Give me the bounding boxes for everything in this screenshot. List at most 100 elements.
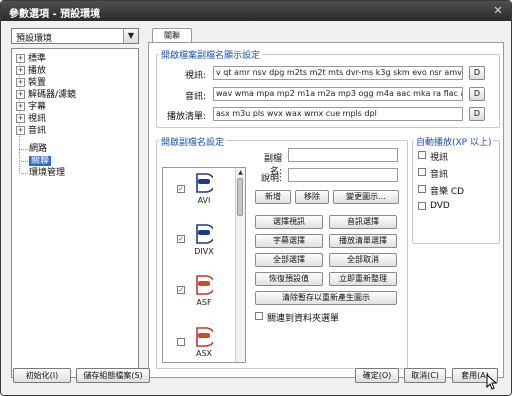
checkbox-asf[interactable]: ✓: [177, 286, 185, 294]
tree-item-video[interactable]: + 視訊: [16, 113, 46, 125]
profile-selected-value: 預設環境: [16, 34, 53, 44]
folder-context-menu-label: 關連到資料夾選單: [267, 314, 340, 324]
tree-item-label: 字幕: [28, 102, 47, 112]
checkbox-asx[interactable]: [177, 338, 185, 346]
playlist-ext-field[interactable]: asx m3u pls wvx wax wmx cue mpls dpl: [213, 107, 463, 121]
playlist-ext-label: 播放清單:: [166, 112, 206, 122]
window-title: 參數選項 - 預設環境: [9, 9, 101, 20]
description-label: 說明:: [260, 174, 282, 184]
autoplay-audio-label: 音訊: [430, 170, 449, 180]
file-type-label: AVI: [197, 196, 211, 205]
autoplay-video-label: 視訊: [430, 153, 449, 163]
tab-association[interactable]: 關聯: [152, 28, 192, 43]
tree-item-label: 視訊: [28, 114, 47, 124]
tree-item-label: 網路: [29, 144, 48, 154]
initialize-button[interactable]: 初始化(I): [13, 368, 71, 383]
tree-connector: [21, 173, 28, 174]
chevron-down-icon[interactable]: ▼: [123, 29, 138, 43]
expand-icon[interactable]: +: [16, 54, 25, 63]
autoplay-dvd-label: DVD: [430, 201, 450, 211]
refresh-now-button[interactable]: 立即重新整理: [329, 272, 397, 286]
tree-connector: [19, 149, 20, 173]
expand-icon[interactable]: +: [16, 90, 25, 99]
folder-context-menu-checkbox[interactable]: [255, 312, 263, 320]
cancel-all-button[interactable]: 全部取消: [329, 253, 397, 267]
video-ext-label: 視訊:: [184, 71, 206, 81]
file-type-list[interactable]: ▲ ✓ AVI ✓ DIVX ✓ ASF ASX: [162, 167, 246, 363]
cancel-button[interactable]: 取消(C): [404, 368, 446, 383]
preferences-window: 參數選項 - 預設環境 ✕ 預設環境 ▼ + 標準 + 播放 + 裝置 + 解碼…: [0, 0, 512, 396]
remove-button[interactable]: 移除: [295, 190, 329, 204]
tree-item-label: 播放: [28, 66, 47, 76]
tab-label: 關聯: [164, 31, 180, 40]
asx-file-icon: [196, 327, 213, 347]
avi-file-icon: [196, 173, 213, 193]
description-field[interactable]: [288, 168, 398, 182]
select-video-button[interactable]: 選擇視訊: [255, 215, 323, 229]
file-type-label: ASF: [196, 298, 212, 307]
extension-field[interactable]: [288, 148, 398, 162]
expand-icon[interactable]: +: [16, 78, 25, 87]
tree-item-label: 關聯: [29, 156, 52, 166]
ok-button[interactable]: 確定(O): [355, 368, 399, 383]
tree-item-label: 解碼器/濾鏡: [28, 90, 77, 100]
tree-item-playback[interactable]: + 播放: [16, 65, 46, 77]
expand-icon[interactable]: +: [16, 66, 25, 75]
select-all-button[interactable]: 全部選擇: [255, 253, 323, 267]
tree-item-audio[interactable]: + 音訊: [16, 125, 46, 137]
autoplay-video-checkbox[interactable]: [418, 151, 426, 159]
tree-item-devices[interactable]: + 裝置: [16, 77, 46, 89]
tree-item-label: 標準: [28, 54, 47, 64]
autoplay-cd-label: 音樂 CD: [430, 187, 465, 197]
scroll-up-icon[interactable]: ▲: [236, 168, 245, 177]
tree-item-label: 環境管理: [29, 168, 66, 178]
tree-item-association[interactable]: 關聯: [29, 155, 52, 167]
dialog-content: 預設環境 ▼ + 標準 + 播放 + 裝置 + 解碼器/濾鏡 + 字幕 + 視訊…: [2, 21, 510, 395]
tree-item-subtitles[interactable]: + 字幕: [16, 101, 46, 113]
expand-icon[interactable]: +: [16, 102, 25, 111]
group-title: 開啟檔案副檔名顯示設定: [159, 48, 263, 61]
tree-connector: [21, 161, 28, 162]
checkbox-avi[interactable]: ✓: [177, 185, 185, 193]
audio-ext-label: 音訊:: [184, 92, 206, 102]
autoplay-audio-checkbox[interactable]: [418, 168, 426, 176]
audio-ext-field[interactable]: wav wma mpa mp2 m1a m2a mp3 ogg m4a aac …: [213, 87, 463, 101]
change-icon-button[interactable]: 變更圖示...: [333, 190, 399, 204]
settings-tree[interactable]: + 標準 + 播放 + 裝置 + 解碼器/濾鏡 + 字幕 + 視訊 + 音訊 網路: [11, 48, 139, 378]
tree-item-label: 裝置: [28, 78, 47, 88]
select-playlist-button[interactable]: 播放清單選擇: [329, 234, 397, 248]
tree-item-network[interactable]: 網路: [29, 143, 47, 155]
autoplay-cd-checkbox[interactable]: [418, 185, 426, 193]
autoplay-dvd-checkbox[interactable]: [418, 202, 426, 210]
close-icon[interactable]: ✕: [491, 4, 505, 17]
video-ext-field[interactable]: v qt amr nsv dpg m2ts m2t mts dvr-ms k3g…: [213, 66, 463, 80]
list-scrollbar[interactable]: ▲: [235, 168, 245, 362]
tree-connector: [21, 149, 28, 150]
file-type-label: ASX: [195, 349, 213, 358]
tree-item-profile-manager[interactable]: 環境管理: [29, 167, 65, 179]
title-bar[interactable]: 參數選項 - 預設環境 ✕: [1, 1, 511, 21]
group-title: 自動播放(XP 以上): [414, 135, 494, 148]
divx-file-icon: [196, 224, 213, 244]
scroll-thumb[interactable]: [237, 178, 243, 216]
select-audio-button[interactable]: 音訊選擇: [329, 215, 397, 229]
profile-dropdown[interactable]: 預設環境 ▼: [11, 28, 139, 44]
restore-default-button[interactable]: 恢復預設值: [255, 272, 323, 286]
playlist-default-button[interactable]: D: [469, 107, 485, 121]
clear-icon-cache-button[interactable]: 清除暫存以重新產生圖示: [255, 291, 397, 305]
video-default-button[interactable]: D: [469, 66, 485, 80]
tree-item-standard[interactable]: + 標準: [16, 53, 46, 65]
asf-file-icon: [196, 275, 213, 295]
select-subtitle-button[interactable]: 字幕選擇: [255, 234, 323, 248]
add-button[interactable]: 新增: [255, 190, 291, 204]
mouse-cursor-icon: [486, 374, 498, 390]
group-title: 開啟副檔名設定: [159, 135, 227, 148]
checkbox-divx[interactable]: ✓: [177, 235, 185, 243]
expand-icon[interactable]: +: [16, 114, 25, 123]
file-type-label: DIVX: [194, 247, 214, 256]
tree-item-decoders[interactable]: + 解碼器/濾鏡: [16, 89, 76, 101]
audio-default-button[interactable]: D: [469, 87, 485, 101]
tree-item-label: 音訊: [28, 126, 47, 136]
save-config-button[interactable]: 儲存組態檔案(S): [76, 368, 150, 383]
expand-icon[interactable]: +: [16, 126, 25, 135]
